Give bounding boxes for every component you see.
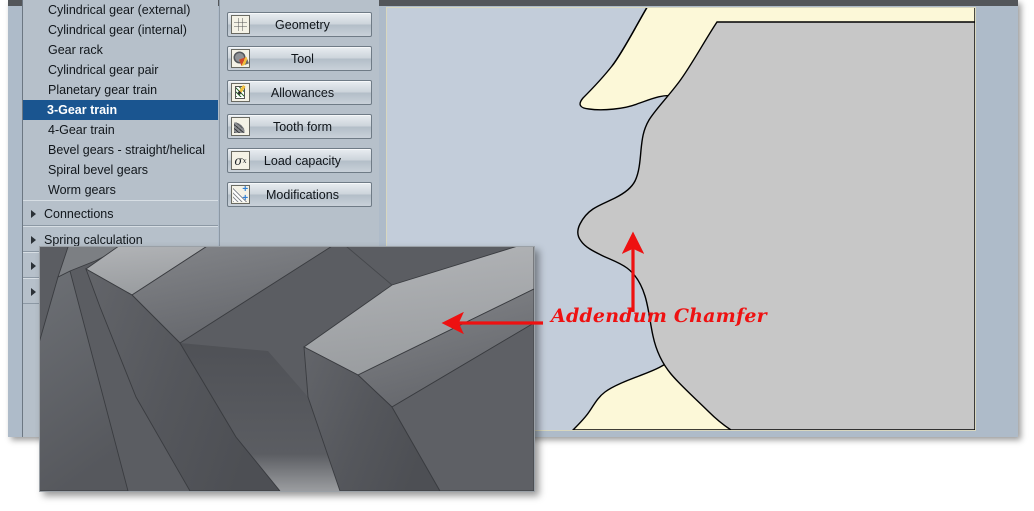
3d-gear-render[interactable]: [39, 246, 535, 492]
tree-item-3-gear-train[interactable]: 3-Gear train: [23, 100, 218, 120]
tree-group-label: Spring calculation: [44, 233, 143, 247]
tolerance-sheet-icon: [231, 83, 250, 102]
tree-item-label: Cylindrical gear (internal): [48, 23, 187, 37]
chevron-right-icon: [31, 235, 36, 244]
tree-item-worm-gears[interactable]: Worm gears: [23, 180, 218, 200]
allowances-button-label: Allowances: [270, 85, 335, 100]
modifications-icon: + +: [231, 185, 250, 204]
tree-item-label: Spiral bevel gears: [48, 163, 149, 177]
addendum-chamfer-annotation-label: Addendum Chamfer: [551, 305, 767, 327]
cutting-tool-icon: [231, 49, 250, 68]
tree-item-label: Planetary gear train: [48, 83, 158, 97]
tree-item-label: Cylindrical gear pair: [48, 63, 159, 77]
tree-group-connections[interactable]: Connections: [23, 200, 218, 226]
calculation-tab-button-stack: Geometry Tool Allowances Tooth form σ x …: [220, 0, 379, 207]
tool-button-label: Tool: [291, 51, 314, 66]
tree-item-label: 4-Gear train: [48, 123, 115, 137]
chevron-right-icon: [31, 287, 36, 296]
tree-item-label: Bevel gears - straight/helical: [48, 143, 206, 157]
tree-item-planetary-gear-train[interactable]: Planetary gear train: [23, 80, 218, 100]
load-capacity-button-label: Load capacity: [263, 153, 342, 168]
modifications-button-label: Modifications: [266, 187, 339, 202]
tree-item-label: 3-Gear train: [47, 103, 118, 117]
modifications-button[interactable]: + + Modifications: [227, 182, 372, 207]
chevron-right-icon: [31, 261, 36, 270]
tree-item-cylindrical-gear-internal[interactable]: Cylindrical gear (internal): [23, 20, 218, 40]
grid-icon: [231, 15, 250, 34]
tree-item-spiral-bevel-gears[interactable]: Spiral bevel gears: [23, 160, 218, 180]
tree-item-bevel-gears-straight-helical[interactable]: Bevel gears - straight/helical: [23, 140, 218, 160]
tree-item-cylindrical-gear-pair[interactable]: Cylindrical gear pair: [23, 60, 218, 80]
tree-item-label: Worm gears: [48, 183, 116, 197]
load-capacity-button[interactable]: σx Load capacity: [227, 148, 372, 173]
tree-item-4-gear-train[interactable]: 4-Gear train: [23, 120, 218, 140]
tooth-form-button[interactable]: Tooth form: [227, 114, 372, 139]
tooth-profile-icon: [231, 117, 250, 136]
geometry-button[interactable]: Geometry: [227, 12, 372, 37]
tree-group-label: Connections: [44, 207, 114, 221]
tree-item-label: Cylindrical gear (external): [48, 3, 191, 17]
geometry-button-label: Geometry: [275, 17, 330, 32]
chevron-right-icon: [31, 209, 36, 218]
sigma-stress-icon: σx: [231, 151, 250, 170]
tree-item-gear-rack[interactable]: Gear rack: [23, 40, 218, 60]
tool-button[interactable]: Tool: [227, 46, 372, 71]
tooth-form-button-label: Tooth form: [272, 119, 333, 134]
tree-item-label: Gear rack: [48, 43, 103, 57]
3d-gear-render-image: [40, 247, 534, 491]
allowances-button[interactable]: Allowances: [227, 80, 372, 105]
tree-item-cylindrical-gear-external[interactable]: Cylindrical gear (external): [23, 0, 218, 20]
